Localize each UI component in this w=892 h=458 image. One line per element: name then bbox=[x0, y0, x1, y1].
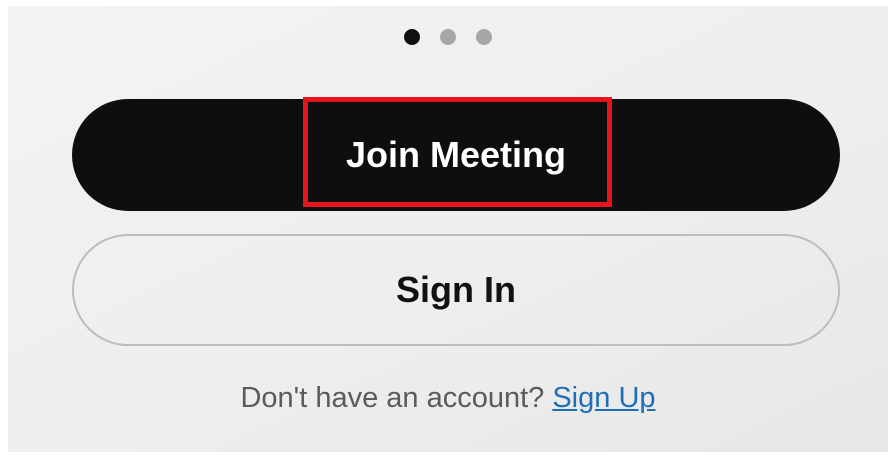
page-dot-3[interactable] bbox=[476, 29, 492, 45]
page-dot-1-active[interactable] bbox=[404, 29, 420, 45]
welcome-screen: Join Meeting Sign In Don't have an accou… bbox=[8, 6, 888, 452]
sign-in-button[interactable]: Sign In bbox=[72, 234, 840, 346]
page-dot-2[interactable] bbox=[440, 29, 456, 45]
join-meeting-label: Join Meeting bbox=[345, 134, 566, 175]
signup-prompt-row: Don't have an account? Sign Up bbox=[8, 382, 888, 415]
join-meeting-button[interactable]: Join Meeting bbox=[72, 99, 840, 211]
sign-in-label: Sign In bbox=[396, 269, 516, 310]
page-indicator bbox=[8, 29, 888, 45]
signup-prompt-text: Don't have an account? bbox=[240, 382, 545, 414]
sign-up-link[interactable]: Sign Up bbox=[552, 382, 655, 414]
